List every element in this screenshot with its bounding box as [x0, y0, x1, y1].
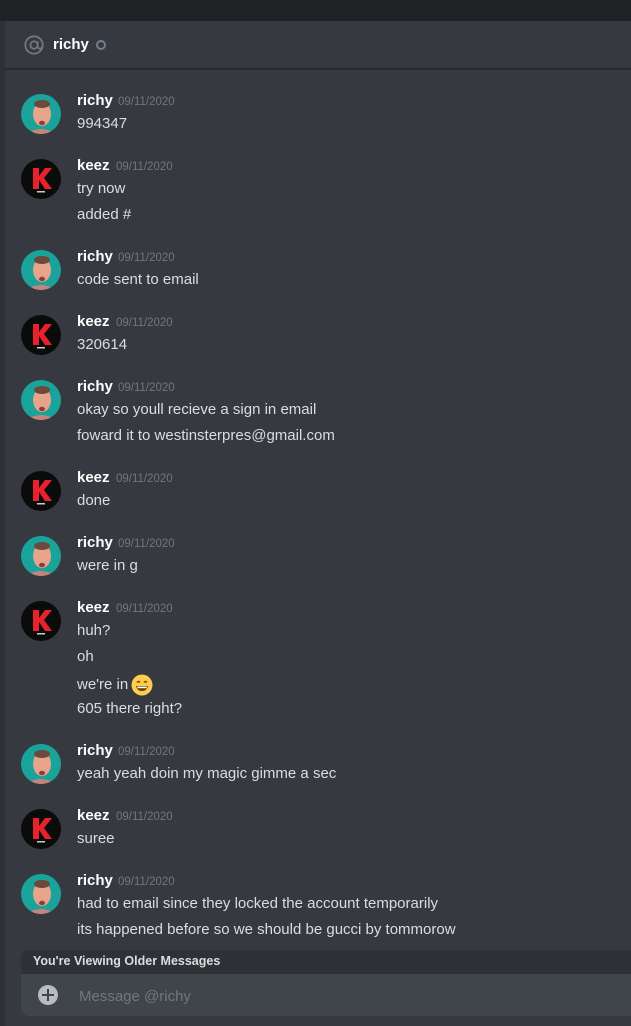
avatar-richy[interactable] [21, 536, 61, 576]
message-text: done [77, 492, 111, 509]
message-text: code sent to email [77, 271, 199, 288]
window-top-bar [0, 0, 631, 21]
message-text: yeah yeah doin my magic gimme a sec [77, 765, 337, 782]
avatar-keez[interactable] [21, 471, 61, 511]
avatar-keez[interactable] [21, 809, 61, 849]
message-timestamp: 09/11/2020 [118, 252, 175, 264]
message-text: suree [77, 830, 115, 847]
avatar-richy[interactable] [21, 744, 61, 784]
older-messages-text: You're Viewing Older Messages [33, 954, 221, 968]
at-icon [24, 35, 44, 55]
message-timestamp: 09/11/2020 [116, 473, 173, 485]
message-line-with-emoji: we're in [77, 674, 153, 696]
message-author[interactable]: keez [77, 599, 110, 616]
message-author[interactable]: keez [77, 807, 110, 824]
message-author[interactable]: richy [77, 872, 113, 889]
message-author[interactable]: richy [77, 92, 113, 109]
offline-status-icon [96, 40, 106, 50]
avatar-keez[interactable] [21, 159, 61, 199]
message-timestamp: 09/11/2020 [116, 603, 173, 615]
avatar-richy[interactable] [21, 874, 61, 914]
message-timestamp: 09/11/2020 [118, 746, 175, 758]
message-author[interactable]: richy [77, 378, 113, 395]
message-input[interactable] [77, 983, 601, 1009]
message-timestamp: 09/11/2020 [116, 317, 173, 329]
message-text: had to email since they locked the accou… [77, 895, 439, 912]
message-text: 605 there right? [77, 700, 183, 717]
avatar-richy[interactable] [21, 250, 61, 290]
message-timestamp: 09/11/2020 [118, 382, 175, 394]
older-messages-banner[interactable]: You're Viewing Older Messages [21, 950, 631, 974]
message-text: foward it to westinsterpres@gmail.com [77, 427, 335, 444]
message-author[interactable]: richy [77, 742, 113, 759]
avatar-richy[interactable] [21, 94, 61, 134]
message-author[interactable]: keez [77, 157, 110, 174]
message-timestamp: 09/11/2020 [116, 811, 173, 823]
message-text: okay so youll recieve a sign in email [77, 401, 317, 418]
grinning-face-emoji[interactable] [131, 674, 153, 696]
avatar-keez[interactable] [21, 601, 61, 641]
message-text: 994347 [77, 115, 128, 132]
avatar-richy[interactable] [21, 380, 61, 420]
message-text: oh [77, 648, 94, 665]
message-timestamp: 09/11/2020 [118, 538, 175, 550]
message-author[interactable]: richy [77, 248, 113, 265]
message-text: huh? [77, 622, 111, 639]
message-timestamp: 09/11/2020 [118, 876, 175, 888]
add-attachment-icon[interactable] [38, 985, 58, 1005]
channel-header: richy [5, 21, 631, 69]
message-composer [21, 974, 631, 1016]
message-list[interactable]: richy 09/11/2020 994347 keez 09/11/2020 … [0, 70, 631, 950]
message-text: 320614 [77, 336, 128, 353]
dm-recipient-name[interactable]: richy [53, 36, 89, 53]
message-text: we're in [77, 675, 129, 693]
message-text: try now [77, 180, 126, 197]
message-text: added # [77, 206, 132, 223]
message-timestamp: 09/11/2020 [116, 161, 173, 173]
message-author[interactable]: keez [77, 469, 110, 486]
message-author[interactable]: keez [77, 313, 110, 330]
message-timestamp: 09/11/2020 [118, 96, 175, 108]
avatar-keez[interactable] [21, 315, 61, 355]
message-author[interactable]: richy [77, 534, 113, 551]
message-text: were in g [77, 557, 138, 574]
message-text: its happened before so we should be gucc… [77, 921, 456, 938]
